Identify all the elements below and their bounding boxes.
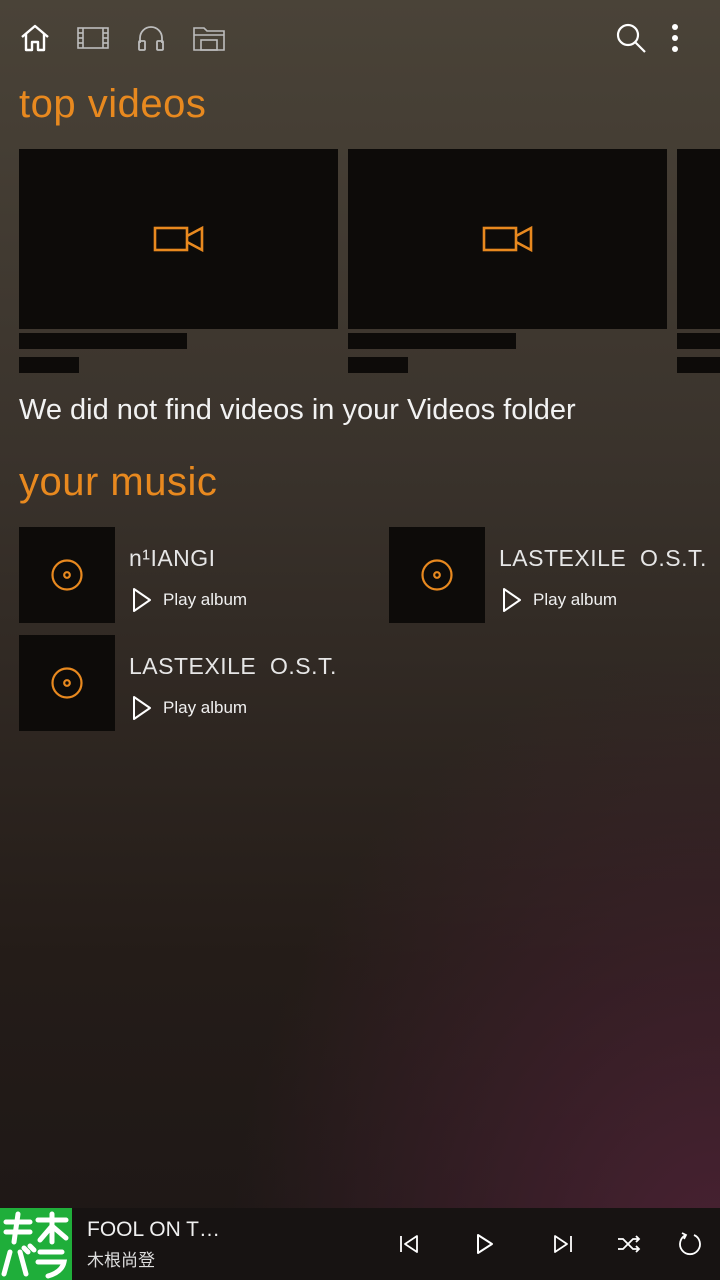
play-album-label: Play album: [163, 698, 248, 717]
album-item[interactable]: LASTEXILE O.S.T. Play album: [389, 527, 720, 623]
album-art: [389, 527, 485, 623]
subtitle-placeholder: [348, 357, 408, 373]
no-videos-message: We did not find videos in your Videos fo…: [19, 394, 576, 426]
album-title: LASTEXILE O.S.T.: [129, 653, 337, 679]
video-placeholder-tile[interactable]: [19, 149, 338, 329]
title-placeholder: [348, 333, 516, 349]
title-placeholder: [19, 333, 187, 349]
album-title: n¹IANGI: [129, 545, 216, 571]
album-item[interactable]: n¹IANGI Play album: [19, 527, 379, 623]
repeat-icon[interactable]: [670, 1224, 710, 1264]
previous-icon[interactable]: [389, 1224, 429, 1264]
mini-player[interactable]: FOOL ON T… 木根尚登: [0, 1208, 720, 1280]
video-placeholder-tile[interactable]: [677, 149, 720, 329]
top-videos-heading: top videos: [19, 82, 207, 126]
now-playing-title[interactable]: FOOL ON T…: [87, 1218, 220, 1242]
album-title: LASTEXILE O.S.T.: [499, 545, 707, 571]
album-item[interactable]: LASTEXILE O.S.T. Play album: [19, 635, 379, 731]
disc-icon: [421, 559, 453, 591]
album-art: [19, 527, 115, 623]
camera-icon: [482, 225, 532, 253]
play-icon[interactable]: [465, 1224, 505, 1264]
now-playing-artist: 木根尚登: [87, 1251, 155, 1271]
play-album-label: Play album: [163, 590, 248, 609]
your-music-heading: your music: [19, 460, 218, 504]
album-art-logo: [0, 1208, 72, 1280]
home-icon[interactable]: [15, 18, 55, 58]
play-icon: [503, 588, 521, 612]
play-icon: [133, 588, 151, 612]
shuffle-icon[interactable]: [609, 1224, 649, 1264]
search-icon[interactable]: [611, 18, 651, 58]
play-album-button[interactable]: Play album: [131, 693, 247, 723]
disc-icon: [51, 559, 83, 591]
camera-icon: [153, 225, 203, 253]
folder-icon[interactable]: [189, 18, 229, 58]
now-playing-album-art[interactable]: [0, 1208, 72, 1280]
more-options-icon[interactable]: [655, 18, 695, 58]
next-icon[interactable]: [543, 1224, 583, 1264]
top-bar: [0, 0, 720, 76]
play-album-button[interactable]: Play album: [501, 585, 617, 615]
disc-icon: [51, 667, 83, 699]
play-album-label: Play album: [533, 590, 618, 609]
headphones-icon[interactable]: [131, 18, 171, 58]
title-placeholder: [677, 333, 720, 349]
video-icon[interactable]: [73, 18, 113, 58]
subtitle-placeholder: [19, 357, 79, 373]
subtitle-placeholder: [677, 357, 720, 373]
play-album-button[interactable]: Play album: [131, 585, 247, 615]
play-icon: [133, 696, 151, 720]
album-art: [19, 635, 115, 731]
video-placeholder-tile[interactable]: [348, 149, 667, 329]
